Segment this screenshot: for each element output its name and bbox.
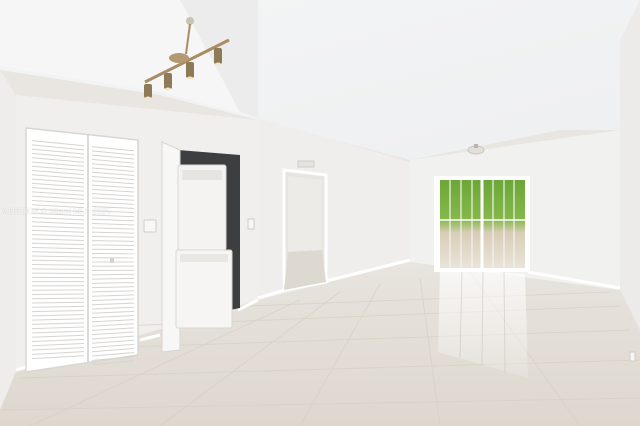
louver-slat <box>31 264 85 266</box>
left-wall <box>0 70 16 410</box>
closet-door-knob[interactable] <box>110 258 114 263</box>
louver-slat <box>91 273 135 276</box>
sliding-glass-door[interactable] <box>434 176 530 272</box>
mls-watermark: A1181826 © Miami MLS 2025 <box>2 207 111 216</box>
air-vent <box>297 160 315 168</box>
wall-outlet <box>629 351 636 362</box>
louvered-closet-doors[interactable] <box>25 127 139 373</box>
louver-slat <box>91 244 135 247</box>
louver-slat <box>91 277 135 280</box>
laundry-nook <box>161 141 240 353</box>
light-switch[interactable] <box>247 218 255 230</box>
louver-slat <box>31 297 85 300</box>
stacked-washer-dryer[interactable] <box>175 164 233 329</box>
hallway-doorway <box>282 168 328 292</box>
thermostat[interactable] <box>143 219 157 233</box>
